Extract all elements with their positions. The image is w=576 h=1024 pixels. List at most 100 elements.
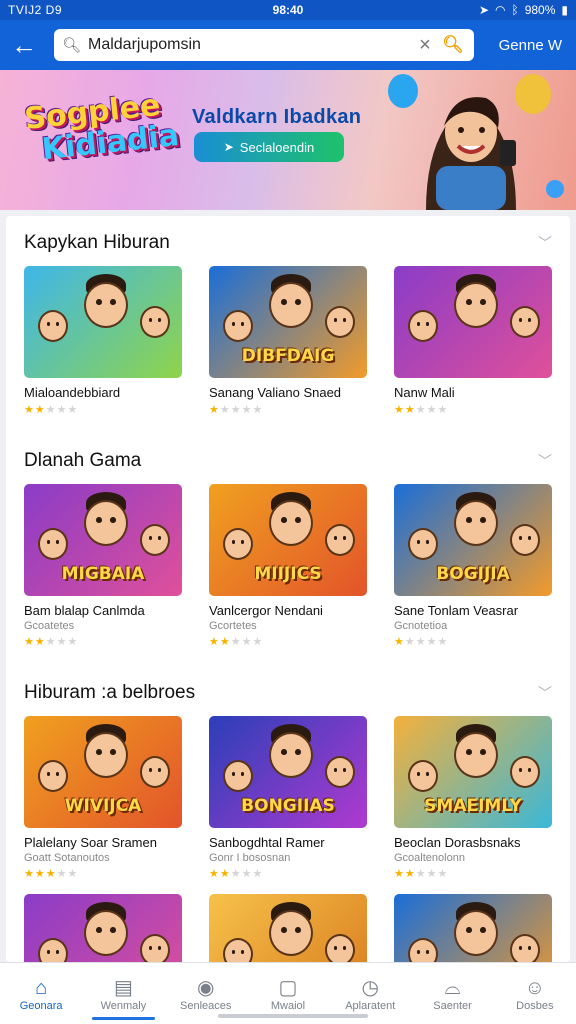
character-face — [408, 528, 438, 560]
character-face — [454, 500, 498, 546]
game-card[interactable]: WIVIJCA Plalelany Soar Sramen Goatt Sotan… — [24, 716, 182, 880]
rating-stars: ★★★★★ — [209, 404, 264, 416]
game-thumbnail[interactable]: WIVIJCA — [24, 716, 182, 828]
card-row: JAIBRE! — [24, 894, 552, 962]
character-face — [510, 524, 540, 556]
search-input[interactable] — [88, 36, 410, 54]
nav-item-0[interactable]: ⌂ Geonara — [0, 963, 82, 1024]
nav-label: Saenter — [433, 999, 472, 1012]
rating-stars: ★★★★★ — [209, 636, 264, 648]
game-name: Plalelany Soar Sramen — [24, 835, 157, 850]
game-thumbnail[interactable] — [394, 894, 552, 962]
banner-cta-button[interactable]: ➤ Seclaloendin — [194, 132, 344, 162]
character-face — [140, 524, 170, 556]
character-face — [269, 282, 313, 328]
game-card[interactable]: MIGBAIA Bam blalap Canlmda Gcoatetes ★★★★★ — [24, 484, 182, 648]
game-card[interactable]: Mialoandebbiard ★★★★★ — [24, 266, 182, 416]
nav-item-1[interactable]: ▤ Wenmaly — [82, 963, 164, 1024]
character-face — [223, 938, 253, 962]
status-bar: TVIJ2 D9 98:40 ➤ ◠ ᛒ 980% ▮ — [0, 0, 576, 20]
game-category: Gcnotetioa — [394, 620, 448, 632]
character-face — [223, 528, 253, 560]
character-face — [84, 500, 128, 546]
nav-item-5[interactable]: ⌓ Saenter — [411, 963, 493, 1024]
character-face — [223, 310, 253, 342]
game-card[interactable]: MIIJICS Vanlcergor Nendani Gcortetes ★★★★★ — [209, 484, 367, 648]
clear-icon[interactable]: × — [410, 34, 440, 57]
section-title: Kapykan Hiburan — [24, 232, 170, 253]
search-icon: 🔍︎ — [62, 37, 82, 54]
section-2: Hiburam :a belbroes ﹀ WIVIJCA Plalelany … — [6, 670, 570, 880]
character-face — [325, 756, 355, 788]
game-thumbnail[interactable]: BOGIJIA — [394, 484, 552, 596]
character-face — [223, 760, 253, 792]
character-face — [269, 500, 313, 546]
section-0: Kapykan Hiburan ﹀ Mialoandebbiard ★★★★★ D… — [6, 220, 570, 416]
game-thumbnail[interactable]: DIBFDAIG — [209, 266, 367, 378]
rating-stars: ★★★★★ — [24, 636, 79, 648]
character-face — [454, 282, 498, 328]
section-title: Hiburam :a belbroes — [24, 682, 196, 703]
game-thumbnail[interactable]: MIIJICS — [209, 484, 367, 596]
character-face — [408, 310, 438, 342]
game-name: Sanbogdhtal Ramer — [209, 835, 325, 850]
game-card[interactable]: Nanw Mali ★★★★★ — [394, 266, 552, 416]
chevron-down-icon[interactable]: ﹀ — [538, 683, 552, 703]
done-button[interactable]: Genne W — [499, 20, 562, 70]
character-face — [269, 732, 313, 778]
character-face — [84, 732, 128, 778]
nav-label: Geonara — [19, 999, 63, 1012]
character-face — [510, 306, 540, 338]
rating-stars: ★★★★★ — [394, 868, 449, 880]
character-face — [84, 282, 128, 328]
location-icon: ◉ — [196, 976, 215, 999]
game-thumbnail[interactable]: SMAEIMLY — [394, 716, 552, 828]
game-thumbnail[interactable]: JAIBRE! — [209, 894, 367, 962]
top-bar: ← 🔍︎ × 🔍︎ Genne W — [0, 20, 576, 70]
character-face — [454, 910, 498, 956]
game-category: Gcortetes — [209, 620, 257, 632]
character-face — [38, 528, 68, 560]
section-1: Dlanah Gama ﹀ MIGBAIA Bam blalap Canlmda… — [6, 438, 570, 648]
character-face — [84, 910, 128, 956]
thumbnail-title: BOGIJIA — [436, 564, 510, 584]
game-thumbnail[interactable] — [24, 266, 182, 378]
game-card[interactable]: DIBFDAIG Sanang Valiano Snaed ★★★★★ — [209, 266, 367, 416]
character-face — [140, 756, 170, 788]
game-thumbnail[interactable] — [24, 894, 182, 962]
chevron-down-icon[interactable]: ﹀ — [538, 233, 552, 253]
character-face — [325, 306, 355, 338]
character-face — [408, 938, 438, 962]
nav-item-6[interactable]: ☺ Dosbes — [494, 963, 576, 1024]
game-card[interactable] — [24, 894, 182, 962]
game-card[interactable]: JAIBRE! — [209, 894, 367, 962]
profile-icon: ☺ — [524, 976, 546, 999]
games-icon: ▤ — [113, 976, 133, 999]
game-thumbnail[interactable] — [394, 266, 552, 378]
game-thumbnail[interactable]: MIGBAIA — [24, 484, 182, 596]
game-category: Gcoaltenolonn — [394, 852, 465, 864]
search-go-icon[interactable]: 🔍︎ — [440, 35, 466, 55]
rating-stars: ★★★★★ — [209, 868, 264, 880]
game-thumbnail[interactable]: BONGIIAS — [209, 716, 367, 828]
card-row: WIVIJCA Plalelany Soar Sramen Goatt Sotan… — [24, 716, 552, 880]
promo-banner[interactable]: Sogplee Kidiadia Valdkarn Ibadkan ➤ Secl… — [0, 70, 576, 210]
rating-stars: ★★★★★ — [24, 868, 79, 880]
game-name: Mialoandebbiard — [24, 385, 121, 400]
chevron-down-icon[interactable]: ﹀ — [538, 451, 552, 471]
status-left-text: TVIJ2 D9 — [8, 3, 63, 17]
back-arrow-icon[interactable]: ← — [0, 20, 48, 70]
home-indicator[interactable] — [218, 1014, 368, 1018]
game-card[interactable]: BOGIJIA Sane Tonlam Veasrar Gcnotetioa ★★★… — [394, 484, 552, 648]
game-card[interactable]: SMAEIMLY Beoclan Dorasbsnaks Gcoaltenolon… — [394, 716, 552, 880]
game-card[interactable] — [394, 894, 552, 962]
game-card[interactable]: BONGIIAS Sanbogdhtal Ramer Gonr I bososna… — [209, 716, 367, 880]
nav-label: Dosbes — [516, 999, 554, 1012]
character-face — [38, 760, 68, 792]
character-face — [140, 934, 170, 962]
location-arrow-icon: ➤ — [478, 3, 489, 17]
banner-person-illustration — [426, 97, 516, 210]
status-icons: ➤ ◠ ᛒ 980% ▮ — [479, 3, 568, 17]
thumbnail-title: SMAEIMLY — [424, 796, 522, 816]
thumbnail-title: MIIJICS — [254, 564, 322, 584]
